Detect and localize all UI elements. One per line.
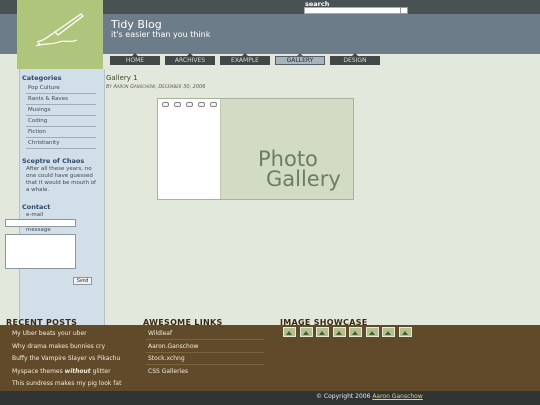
quill-pen-icon — [35, 13, 84, 47]
copyright-text: © Copyright 2006 Aaron Ganschow — [316, 393, 423, 400]
showcase-thumbnail[interactable] — [399, 327, 412, 337]
showcase-thumbnail[interactable] — [283, 327, 296, 337]
footer-link-css-galleries[interactable]: CSS Galleries — [148, 368, 188, 375]
image-showcase-heading: IMAGE SHOWCASE — [280, 318, 368, 327]
tab-example[interactable]: EXAMPLE — [220, 53, 270, 65]
message-field[interactable] — [5, 234, 76, 269]
ring-icon — [174, 102, 181, 107]
notebook-paper — [158, 99, 221, 199]
sceptre-heading: Sceptre of Chaos — [22, 157, 85, 165]
sidebar-item-fiction[interactable]: Fiction — [26, 127, 96, 138]
ring-icon — [198, 102, 205, 107]
post-title[interactable]: Gallery 1 — [106, 74, 138, 82]
copyright-author-link[interactable]: Aaron Ganschow — [372, 393, 422, 400]
recent-posts-heading: RECENT POSTS — [6, 318, 78, 327]
ring-icon — [162, 102, 169, 107]
showcase-thumbnail[interactable] — [316, 327, 329, 337]
recent-post-link[interactable]: Myspace themes without glitter — [12, 368, 111, 375]
copyright-bar — [0, 391, 540, 405]
recent-post-text: Myspace themes — [12, 368, 65, 375]
send-button[interactable]: Send — [73, 277, 92, 285]
tab-home[interactable]: HOME — [110, 53, 160, 65]
footer-link-stock-xchng[interactable]: Stock.xchng — [148, 355, 185, 362]
copyright-prefix: © Copyright 2006 — [316, 393, 373, 400]
tab-archives[interactable]: ARCHIVES — [165, 53, 215, 65]
recent-post-link[interactable]: My Uber beats your uber — [12, 330, 87, 337]
divider — [146, 364, 264, 365]
search-button[interactable] — [400, 7, 408, 14]
awesome-links-heading: AWESOME LINKS — [143, 318, 223, 327]
sidebar: Categories Pop Culture Rants & Raves Mus… — [19, 69, 105, 325]
recent-post-emphasis: without — [64, 368, 91, 375]
contact-heading: Contact — [22, 203, 51, 211]
email-field[interactable] — [5, 219, 76, 227]
showcase-thumbnail[interactable] — [366, 327, 379, 337]
showcase-thumbnail[interactable] — [333, 327, 346, 337]
recent-post-link[interactable]: This sundress makes my pig look fat — [12, 380, 121, 387]
logo[interactable] — [17, 0, 103, 69]
post-byline: By Aaron Ganschow, December 30, 2006 — [106, 84, 206, 90]
categories-heading: Categories — [22, 74, 62, 82]
recent-post-link[interactable]: Buffy the Vampire Slayer vs Pikachu — [12, 355, 120, 362]
sidebar-item-musings[interactable]: Musings — [26, 105, 96, 116]
tab-gallery[interactable]: GALLERY — [275, 53, 325, 65]
divider — [146, 339, 264, 340]
recent-post-link[interactable]: Why drama makes bunnies cry — [12, 343, 105, 350]
showcase-thumbnail[interactable] — [300, 327, 313, 337]
divider — [146, 352, 264, 353]
sceptre-text: After all these years, no one could have… — [26, 166, 96, 193]
search-input[interactable] — [304, 7, 404, 14]
email-label: e-mail — [26, 212, 44, 218]
footer-link-aaron-ganschow[interactable]: Aaron.Ganschow — [148, 343, 198, 350]
ring-icon — [186, 102, 193, 107]
tab-design[interactable]: DESIGN — [330, 53, 380, 65]
gallery-image-text-gallery: Gallery — [266, 167, 341, 191]
showcase-thumbnail[interactable] — [382, 327, 395, 337]
ring-icon — [210, 102, 217, 107]
footer-link-wildleaf[interactable]: Wildleaf — [148, 330, 172, 337]
photo-gallery-image[interactable]: Photo Gallery — [157, 98, 354, 200]
tagline: it's easier than you think — [111, 30, 211, 39]
sidebar-item-christianity[interactable]: Christianity — [26, 138, 96, 149]
sidebar-item-rants-raves[interactable]: Rants & Raves — [26, 94, 96, 105]
sidebar-item-pop-culture[interactable]: Pop Culture — [26, 83, 96, 94]
sidebar-item-coding[interactable]: Coding — [26, 116, 96, 127]
message-label: message — [26, 227, 51, 233]
recent-post-text: glitter — [90, 368, 111, 375]
showcase-thumbnail[interactable] — [349, 327, 362, 337]
